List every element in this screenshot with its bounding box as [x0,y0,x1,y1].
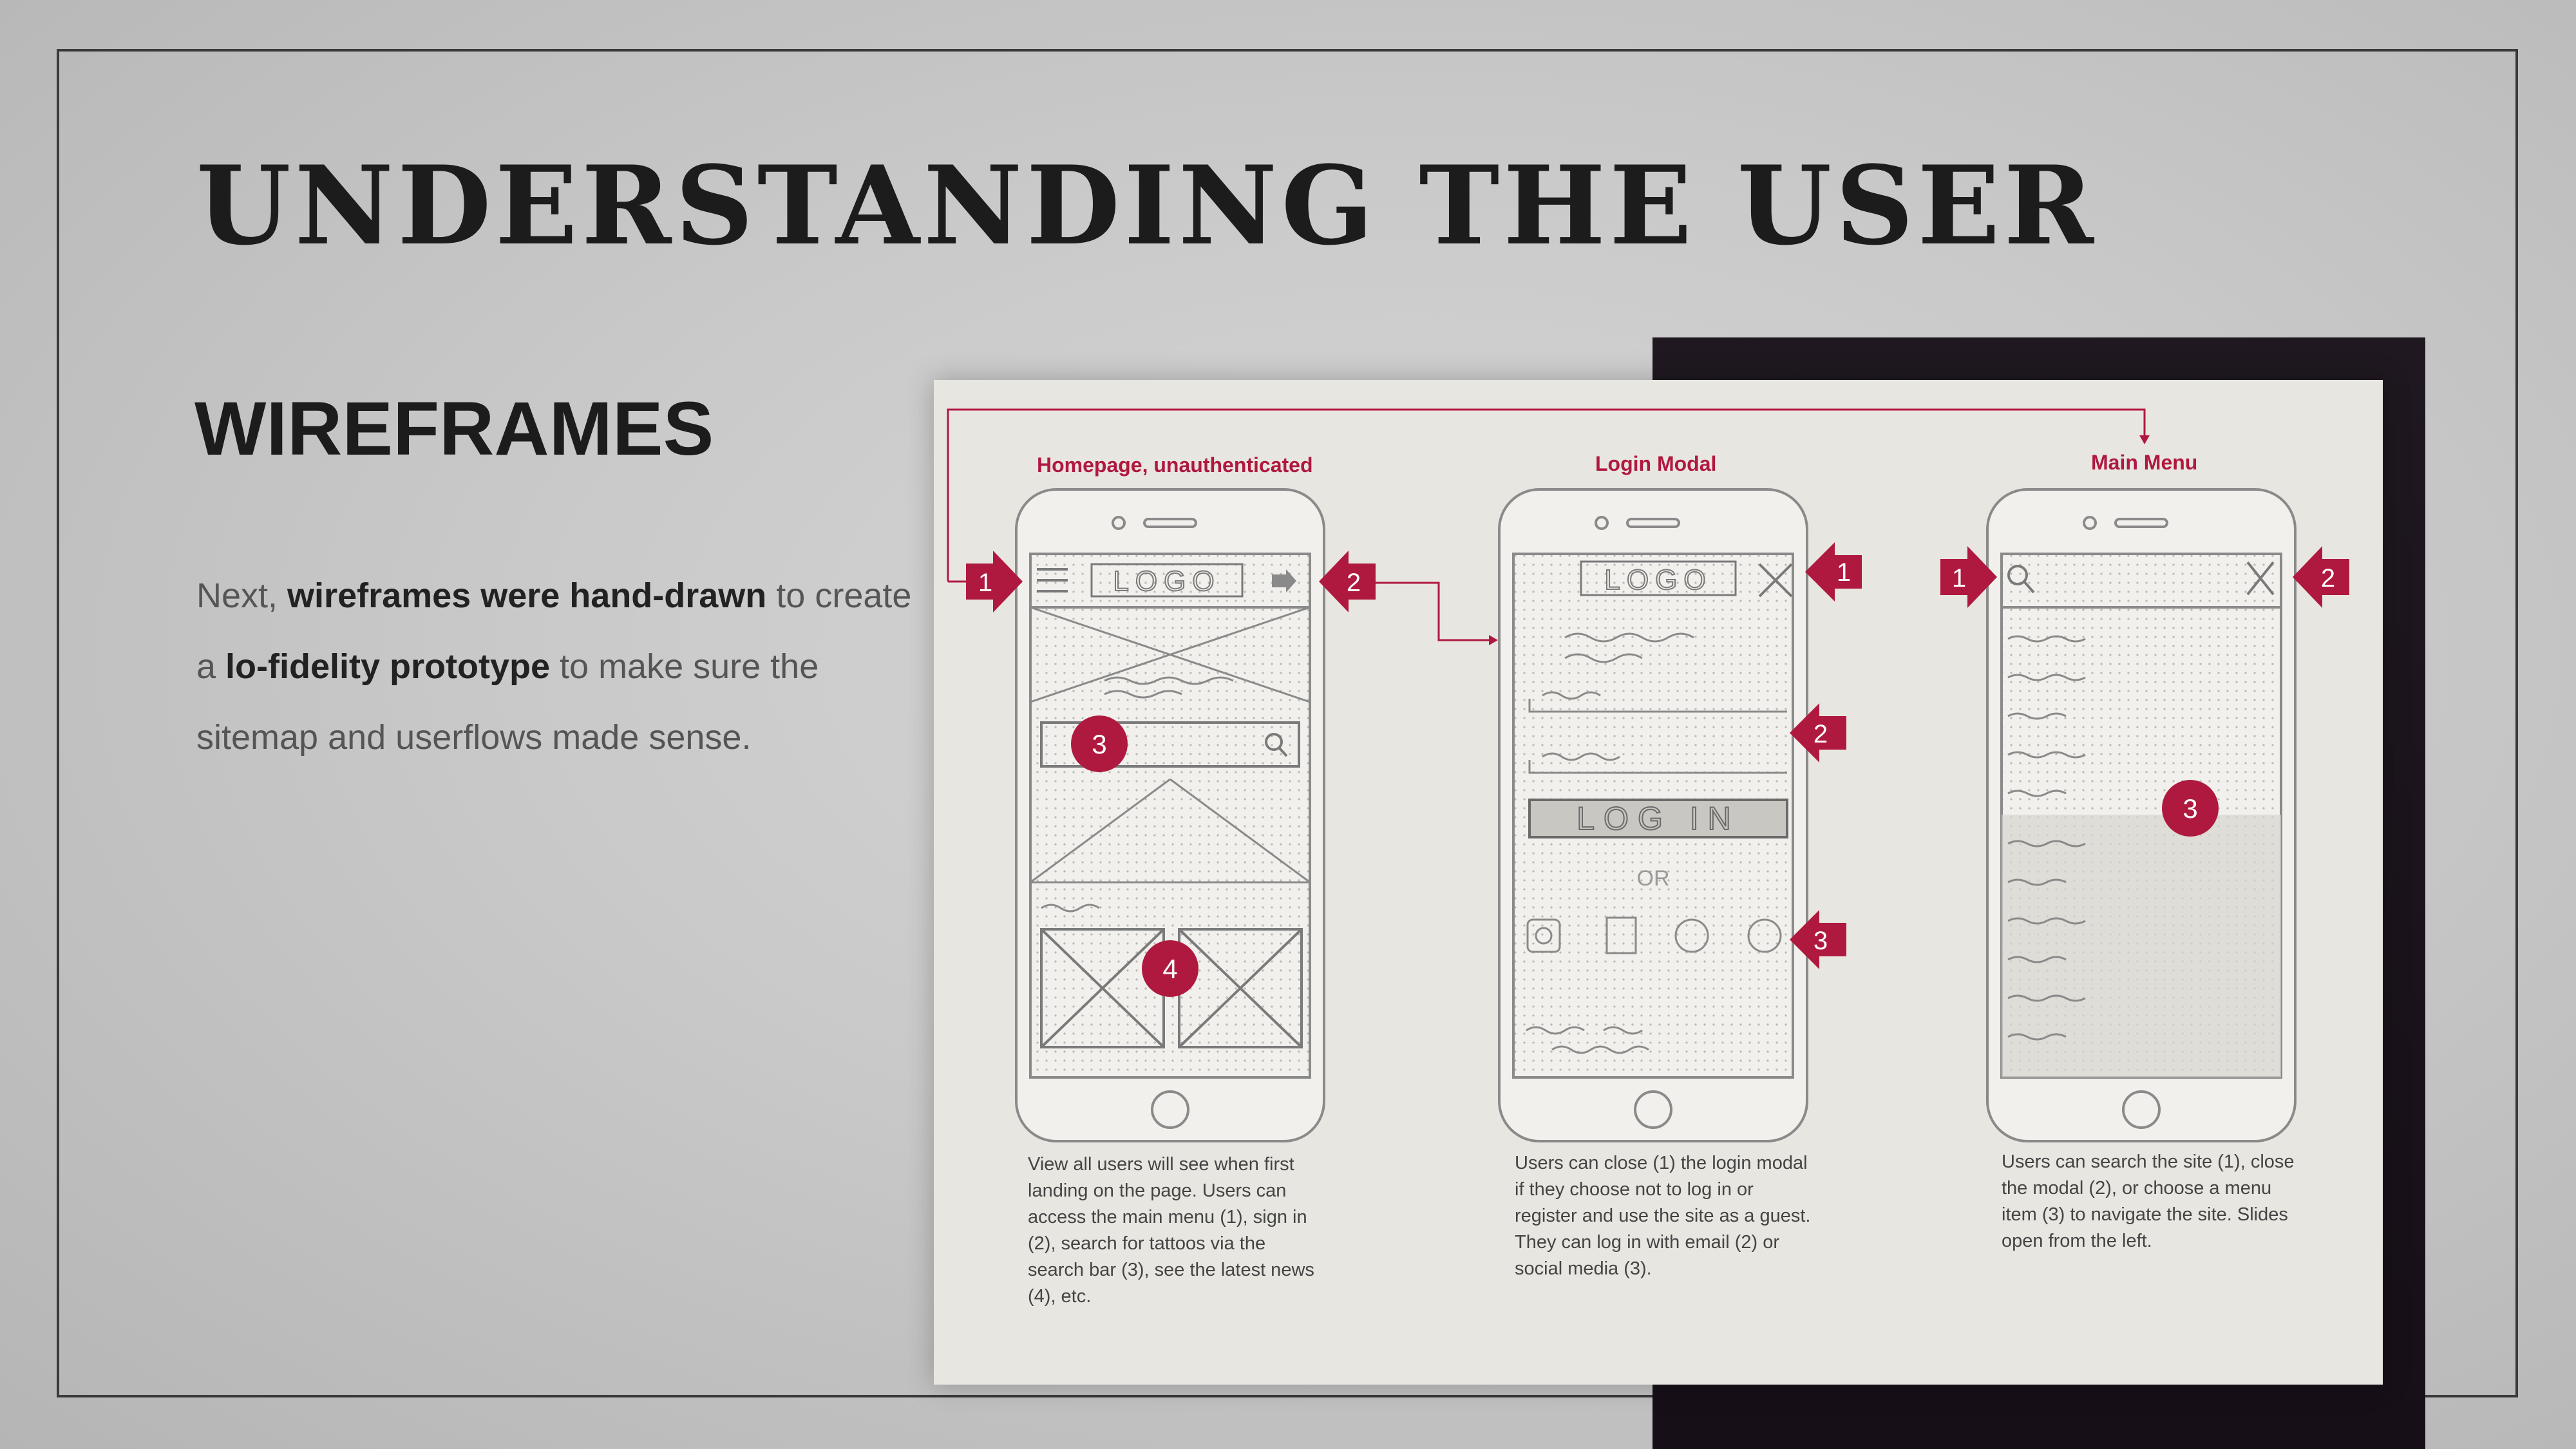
wireframe-sheet: LOGO LOGO LOG IN OR 1 2 1 2 3 1 2 3 4 3 … [934,380,2383,1385]
arrow-marker-home-2: 2 [1319,551,1376,612]
marker-label: 1 [1837,558,1851,587]
marker-label: 2 [1347,569,1361,597]
section-subtitle: WIREFRAMES [194,386,714,471]
caption-main-menu: Users can search the site (1), close the… [2002,1151,2295,1251]
slide-title: UNDERSTANDING THE USER [196,142,2098,269]
circle-marker-home-3: 3 [1071,715,1128,772]
panel-title-homepage: Homepage, unauthenticated [1037,453,1313,477]
arrow-marker-menu-2: 2 [2293,546,2349,608]
sketch-logo-text: LOGO [1113,565,1220,597]
marker-label: 3 [2183,793,2197,824]
body-text-prefix: Next, [196,576,288,615]
panel-title-main-menu: Main Menu [2091,451,2198,474]
circle-marker-home-4: 4 [1142,940,1198,997]
arrow-marker-home-1: 1 [966,551,1023,612]
connector-arrowhead-menu [2139,435,2150,444]
phone-homepage: LOGO [1015,488,1325,1142]
marker-label: 4 [1162,954,1177,984]
sketch-or-text: OR [1637,866,1670,891]
connector-arrowhead-login [1489,635,1498,645]
marker-label: 2 [2321,564,2335,592]
marker-label: 3 [1814,927,1828,955]
panel-title-login-modal: Login Modal [1595,452,1717,475]
body-bold-prototype: lo-fidelity prototype [225,647,551,686]
marker-label: 1 [978,569,992,597]
body-paragraph: Next, wireframes were hand-drawn to crea… [196,560,918,773]
marker-label: 1 [1952,564,1966,592]
body-bold-wireframes: wireframes were hand-drawn [287,576,767,615]
caption-homepage: View all users will see when first landi… [1028,1154,1314,1307]
marker-label: 2 [1814,720,1828,748]
phone-main-menu [1986,488,2297,1142]
sketch-logo-text-login: LOGO [1604,564,1712,596]
sketch-login-button-text: LOG IN [1577,800,1739,837]
phone-login-modal: LOGO LOG IN OR [1498,488,1808,1142]
circle-marker-menu-3: 3 [2162,780,2219,837]
caption-login-modal: Users can close (1) the login modal if t… [1515,1153,1811,1279]
arrow-marker-login-1: 1 [1805,542,1862,601]
marker-label: 3 [1092,729,1106,759]
